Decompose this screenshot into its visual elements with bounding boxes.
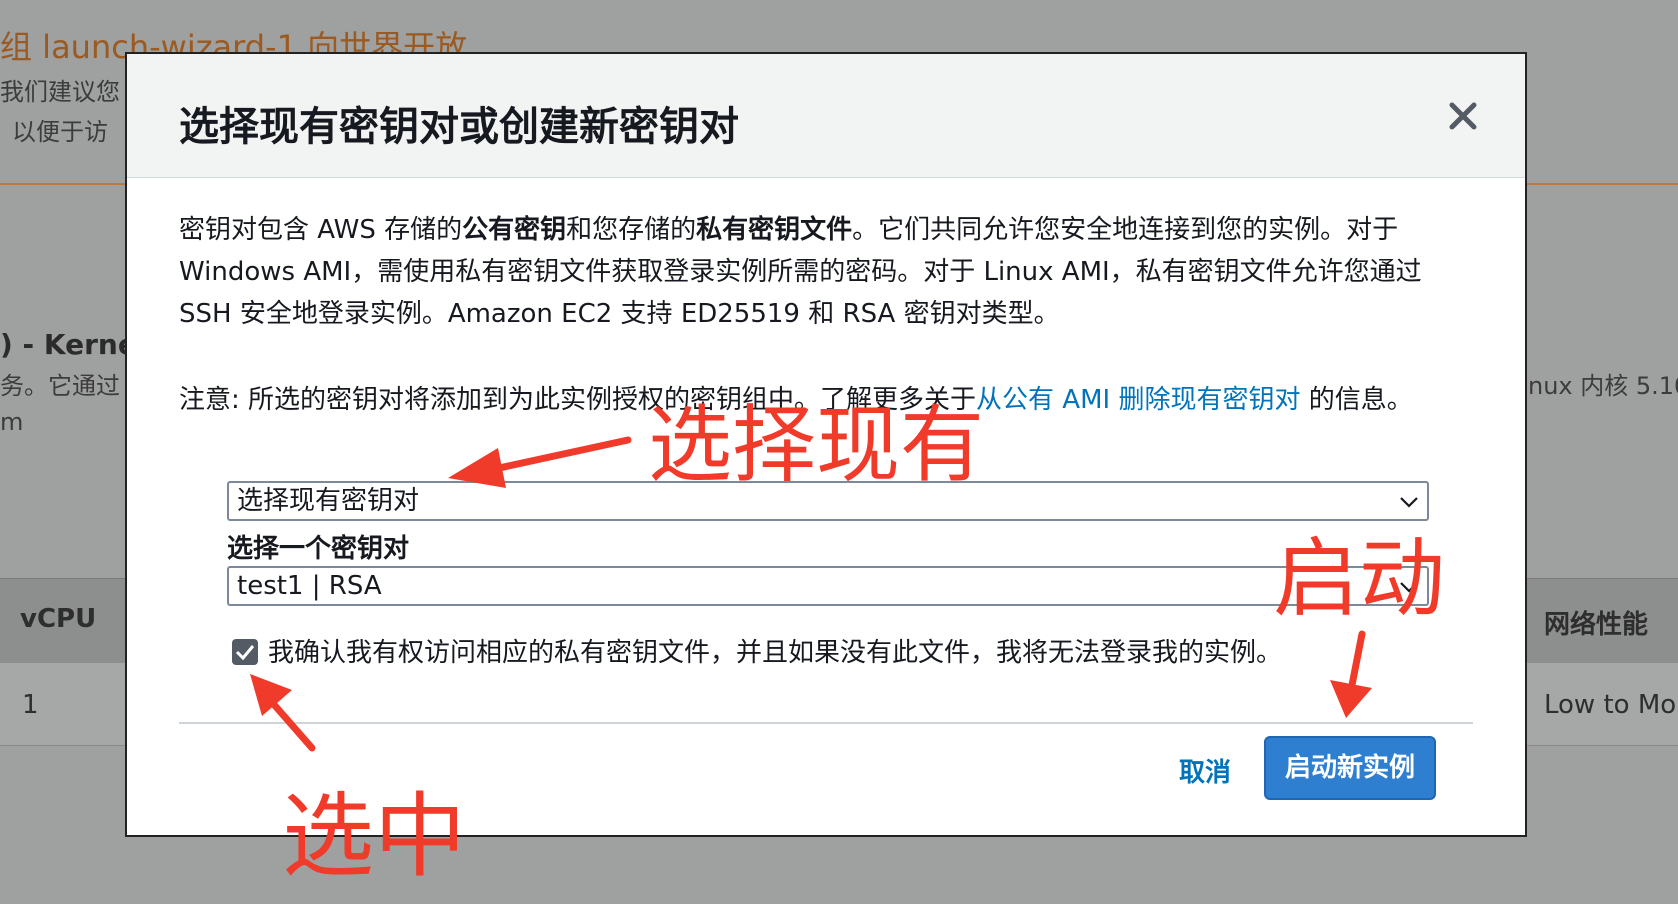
dialog-header: 选择现有密钥对或创建新密钥对 <box>127 54 1525 178</box>
dialog-description: 密钥对包含 AWS 存储的公有密钥和您存储的私有密钥文件。它们共同允许您安全地连… <box>179 209 1479 335</box>
column-header-network: 网络性能 <box>1544 610 1649 640</box>
note-text: 的信息。 <box>1308 385 1413 415</box>
background-text-line: 我们建议您 <box>0 78 120 106</box>
ami-heading: ) - Kerne <box>0 328 137 361</box>
keypair-value: test1 | RSA <box>237 571 382 601</box>
column-header-vcpu: vCPU <box>20 604 97 634</box>
ami-description-tail: m <box>0 408 24 436</box>
dialog-title: 选择现有密钥对或创建新密钥对 <box>179 104 739 150</box>
ami-description-right: nux 内核 5.10 <box>1528 372 1678 400</box>
private-key-term: 私有密钥文件 <box>696 215 853 245</box>
annotation-check: 选中 <box>282 783 467 890</box>
acknowledge-checkbox[interactable] <box>232 639 258 665</box>
cancel-button[interactable]: 取消 <box>1179 752 1231 789</box>
acknowledge-label: 我确认我有权访问相应的私有密钥文件，并且如果没有此文件，我将无法登录我的实例。 <box>268 638 1283 668</box>
checkmark-icon <box>235 645 255 661</box>
footer-divider <box>179 722 1473 724</box>
keypair-label: 选择一个密钥对 <box>227 534 410 564</box>
close-icon[interactable] <box>1443 96 1483 136</box>
cell-network: Low to Mo <box>1544 690 1677 720</box>
keypair-select[interactable]: test1 | RSA <box>227 566 1429 606</box>
background-text-line: 以便于访 <box>12 118 108 146</box>
ami-description: 务。它通过 <box>0 372 120 400</box>
annotation-select-existing: 选择现有 <box>648 396 985 494</box>
annotation-launch: 启动 <box>1273 529 1445 629</box>
launch-instance-button[interactable]: 启动新实例 <box>1264 736 1436 800</box>
cell-vcpu: 1 <box>22 690 39 720</box>
keypair-action-value: 选择现有密钥对 <box>237 486 420 516</box>
public-key-term: 公有密钥 <box>462 215 567 245</box>
remove-keypair-link[interactable]: 从公有 AMI 删除现有密钥对 <box>976 385 1300 415</box>
description-text: 和您存储的 <box>566 215 697 245</box>
description-text: 密钥对包含 AWS 存储的 <box>179 215 463 245</box>
